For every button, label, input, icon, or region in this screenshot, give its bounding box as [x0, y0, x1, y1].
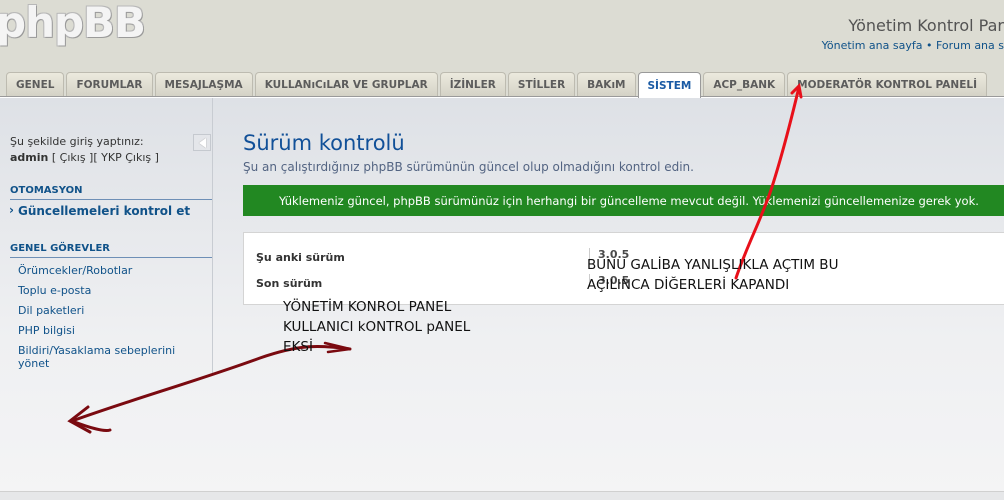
logout-link[interactable]: [ Çıkış ]	[52, 151, 93, 164]
tab-5[interactable]: STİLLER	[507, 72, 576, 96]
login-info: Şu şekilde giriş yaptınız: admin [ Çıkış…	[10, 134, 159, 166]
sidebar-item-check-updates[interactable]: Güncellemeleri kontrol et	[9, 204, 198, 218]
tab-7[interactable]: SİSTEM	[637, 72, 702, 98]
tab-list: GENEL FORUMLAR MESAJLAŞMA KULLANıCıLAR VE G…	[6, 72, 989, 98]
tab-4[interactable]: İZİNLER	[439, 72, 506, 96]
acp-header: phpBB Yönetim Kontrol Par Yönetim ana sa…	[0, 0, 1004, 70]
sidebar-item-ban-reasons[interactable]: Bildiri/Yasaklama sebeplerini yönet	[18, 344, 198, 370]
annotation-note-left-line1: YÖNETİM KONROL PANEL	[283, 299, 452, 315]
login-user-line: admin [ Çıkış ][ YKP Çıkış ]	[10, 150, 159, 166]
sidebar-item-spiders[interactable]: Örümcekler/Robotlar	[18, 264, 198, 277]
latest-version-label: Son sürüm	[256, 277, 323, 290]
annotation-note-left: YÖNETİM KONROL PANEL KULLANICI kONTROL p…	[283, 297, 470, 357]
current-version-label: Şu anki sürüm	[256, 251, 345, 264]
site-title: Yönetim Kontrol Par	[848, 16, 1004, 35]
tab-0[interactable]: GENEL	[6, 72, 65, 96]
collapse-sidebar-button[interactable]	[193, 134, 211, 151]
tab-8[interactable]: ACP_BANK	[703, 72, 786, 96]
bottom-scrollbar[interactable]	[0, 491, 1004, 500]
annotation-note-right-line2: AÇILINCA DİĞERLERİ KAPANDI	[587, 277, 790, 293]
annotation-note-right: BUNU GALİBA YANLIŞLIKLA AÇTIM BU AÇILINC…	[587, 255, 838, 295]
arrow-left-icon	[198, 137, 206, 148]
sidebar-item-language-packs[interactable]: Dil paketleri	[18, 304, 198, 317]
tab-2[interactable]: MESAJLAŞMA	[154, 72, 253, 96]
tab-6[interactable]: BAKıM	[577, 72, 636, 96]
section-title-automation: OTOMASYON	[10, 185, 212, 200]
tab-3[interactable]: KULLANıCıLAR VE GRUPLAR	[254, 72, 438, 96]
username: admin	[10, 151, 49, 164]
phpbb-logo[interactable]: phpBB	[0, 0, 146, 47]
success-message: Yüklemeniz güncel, phpBB sürümünüz için …	[243, 185, 1004, 216]
section-title-general-tasks: GENEL GÖREVLER	[10, 243, 212, 258]
annotation-note-right-line1: BUNU GALİBA YANLIŞLIKLA AÇTIM BU	[587, 257, 839, 273]
ykp-logout-link[interactable]: [ YKP Çıkış ]	[93, 151, 159, 164]
page-title: Sürüm kontrolü	[243, 131, 405, 155]
sidebar: Şu şekilde giriş yaptınız: admin [ Çıkış…	[0, 98, 213, 373]
header-links[interactable]: Yönetim ana sayfa • Forum ana s	[822, 39, 1004, 52]
tab-bar: GENEL FORUMLAR MESAJLAŞMA KULLANıCıLAR VE G…	[0, 70, 1004, 98]
content-area: Şu şekilde giriş yaptınız: admin [ Çıkış…	[0, 98, 1004, 500]
tab-9[interactable]: MODERATÖR KONTROL PANELİ	[787, 72, 987, 96]
page-description: Şu an çalıştırdığınız phpBB sürümünün gü…	[243, 160, 694, 174]
annotation-note-left-line3: EKSİ	[283, 339, 313, 355]
tab-1[interactable]: FORUMLAR	[66, 72, 153, 96]
annotation-note-left-line2: KULLANICI kONTROL pANEL	[283, 319, 471, 335]
login-text: Şu şekilde giriş yaptınız:	[10, 135, 144, 148]
sidebar-item-php-info[interactable]: PHP bilgisi	[18, 324, 198, 337]
sidebar-item-mass-email[interactable]: Toplu e-posta	[18, 284, 198, 297]
